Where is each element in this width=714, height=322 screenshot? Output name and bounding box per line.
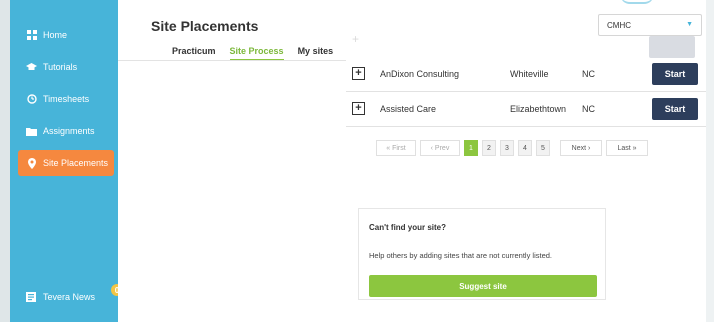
pagination-page[interactable]: 4 (518, 140, 532, 156)
sidebar: Home Tutorials Timesheets Assignments Si… (10, 0, 123, 322)
chevron-down-icon: ▼ (686, 21, 693, 28)
tab-my-sites[interactable]: My sites (298, 46, 334, 61)
sidebar-item-label: Timesheets (43, 94, 90, 104)
program-select-value: CMHC (607, 21, 631, 30)
expand-button[interactable]: + (352, 67, 365, 80)
site-state: NC (582, 104, 595, 114)
sidebar-item-timesheets[interactable]: Timesheets (18, 86, 114, 112)
pagination-page[interactable]: 3 (500, 140, 514, 156)
tab-practicum[interactable]: Practicum (172, 46, 216, 61)
newspaper-icon (26, 291, 37, 303)
pagination: « First ‹ Prev 1 2 3 4 5 Next › Last » (376, 140, 652, 156)
start-button[interactable]: Start (652, 63, 698, 85)
pagination-last[interactable]: Last » (606, 140, 648, 156)
sidebar-item-label: Tutorials (43, 62, 78, 72)
pagination-next[interactable]: Next › (560, 140, 602, 156)
pagination-prev[interactable]: ‹ Prev (420, 140, 460, 156)
suggest-description: Help others by adding sites that are not… (369, 251, 553, 260)
site-name: Assisted Care (380, 104, 437, 114)
row-divider (346, 91, 708, 92)
pagination-page[interactable]: 1 (464, 140, 478, 156)
news-label: Tevera News (43, 292, 96, 302)
map-pin-icon (26, 157, 37, 169)
sidebar-item-tutorials[interactable]: Tutorials (18, 54, 114, 80)
divider (118, 60, 346, 61)
suggest-title: Can't find your site? (369, 223, 447, 232)
graduation-cap-icon (26, 62, 37, 73)
row-divider (346, 126, 708, 127)
grid-icon (26, 30, 37, 41)
program-select[interactable]: CMHC ▼ (598, 14, 702, 36)
sidebar-item-label: Home (43, 30, 68, 40)
pagination-page[interactable]: 5 (536, 140, 550, 156)
site-name: AnDixon Consulting (380, 69, 460, 79)
site-city: Elizabethtown (510, 104, 567, 114)
start-button-faded (649, 36, 695, 58)
folder-icon (26, 126, 37, 137)
site-state: NC (582, 69, 595, 79)
window-frame-left (0, 0, 10, 322)
suggest-site-button[interactable]: Suggest site (369, 275, 597, 297)
window-frame-right (706, 0, 714, 322)
clock-icon (26, 94, 37, 105)
suggest-site-card: Can't find your site? Help others by add… (358, 208, 606, 300)
pagination-page[interactable]: 2 (482, 140, 496, 156)
page-title: Site Placements (151, 18, 259, 34)
sidebar-item-tevera-news[interactable]: Tevera News 0 (18, 284, 123, 308)
sidebar-item-label: Assignments (43, 126, 95, 136)
table-row: + Assisted Care Elizabethtown NC Start (346, 94, 708, 124)
plus-icon: + (352, 32, 360, 46)
tab-site-process[interactable]: Site Process (229, 46, 284, 61)
site-city: Whiteville (510, 69, 549, 79)
sidebar-item-label: Site Placements (43, 158, 109, 168)
main-content: Site Placements Practicum Site Process M… (118, 0, 714, 322)
sidebar-item-site-placements[interactable]: Site Placements (18, 150, 114, 176)
sidebar-item-assignments[interactable]: Assignments (18, 118, 114, 144)
start-button[interactable]: Start (652, 98, 698, 120)
expand-button[interactable]: + (352, 102, 365, 115)
tab-bar: Practicum Site Process My sites (172, 46, 333, 61)
pagination-first[interactable]: « First (376, 140, 416, 156)
sidebar-item-home[interactable]: Home (18, 22, 114, 48)
table-row: + AnDixon Consulting Whiteville NC Start (346, 59, 708, 89)
